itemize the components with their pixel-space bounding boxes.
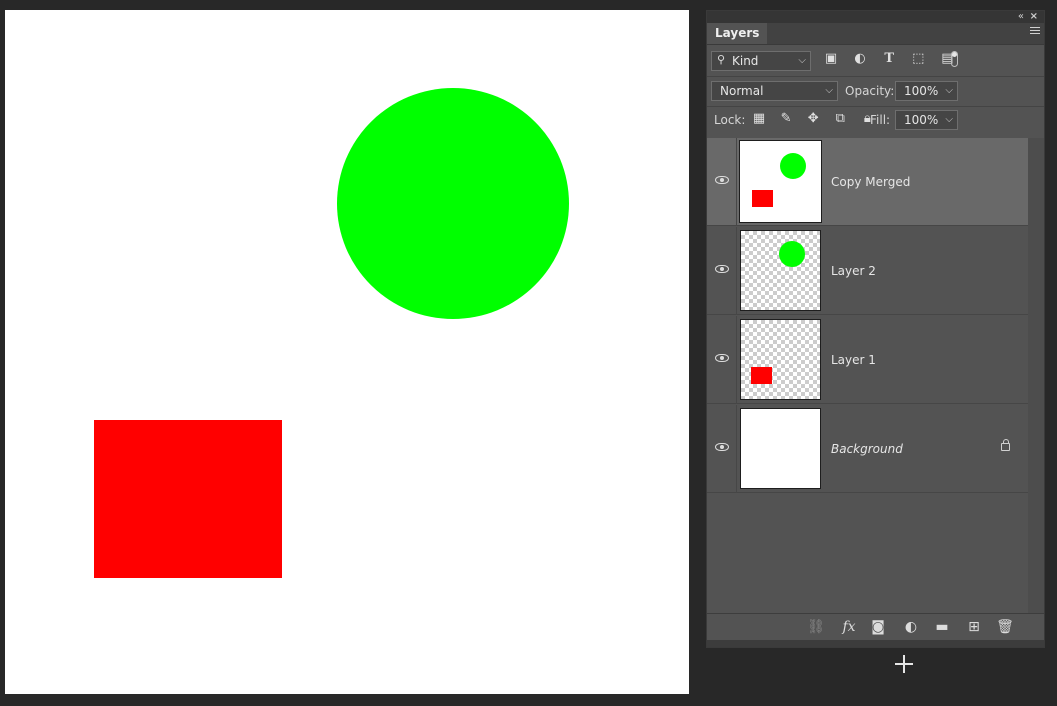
- layer-row-background[interactable]: Background: [707, 405, 1028, 493]
- adjustment-filter-icon[interactable]: ◐: [852, 51, 868, 67]
- blend-mode-value: Normal: [720, 84, 764, 98]
- chevron-down-icon: ⌵: [798, 55, 806, 66]
- adjustment-layer-icon[interactable]: ◐: [902, 619, 920, 635]
- kind-filter-select[interactable]: ⚲ Kind ⌵: [711, 51, 811, 71]
- lock-artboard-icon[interactable]: ⧉: [832, 111, 848, 127]
- filter-row: ⚲ Kind ⌵ ▣ ◐ T ⬚ ▤: [707, 50, 1044, 74]
- layer-row-layer-2[interactable]: Layer 2: [707, 227, 1028, 315]
- layers-scrollbar[interactable]: [1028, 138, 1044, 613]
- new-group-icon[interactable]: ▬: [933, 619, 951, 635]
- delete-layer-icon[interactable]: 🗑︎: [996, 619, 1014, 635]
- collapse-panel-icon[interactable]: «: [1018, 11, 1024, 23]
- chevron-down-icon[interactable]: ⌵: [945, 111, 953, 129]
- lock-position-icon[interactable]: ✥: [805, 111, 821, 127]
- layer-name[interactable]: Background: [831, 441, 903, 457]
- lock-transparent-pixels-icon[interactable]: ▦: [751, 111, 767, 127]
- image-filter-icon[interactable]: ▣: [823, 51, 839, 67]
- chevron-down-icon: ⌵: [825, 85, 833, 96]
- panel-tab-bar: Layers: [707, 23, 1044, 45]
- eye-icon[interactable]: [715, 354, 729, 362]
- layer-name[interactable]: Layer 1: [831, 352, 876, 368]
- type-filter-icon[interactable]: T: [881, 51, 897, 67]
- visibility-toggle[interactable]: [707, 316, 737, 404]
- blend-mode-select[interactable]: Normal ⌵: [711, 81, 838, 101]
- layer-name[interactable]: Layer 2: [831, 263, 876, 279]
- layer-name[interactable]: Copy Merged: [831, 174, 910, 190]
- shape-filter-icon[interactable]: ⬚: [910, 51, 926, 67]
- tab-layers[interactable]: Layers: [707, 23, 768, 44]
- thumbnail-rectangle: [751, 367, 772, 384]
- blend-row: Normal ⌵ Opacity: 100% ⌵: [707, 80, 1044, 104]
- layer-thumbnail: [740, 319, 821, 400]
- thumbnail-rectangle: [752, 190, 773, 207]
- eye-icon[interactable]: [715, 265, 729, 273]
- add-mask-icon[interactable]: ◙: [869, 619, 887, 635]
- visibility-toggle[interactable]: [707, 405, 737, 493]
- chevron-down-icon[interactable]: ⌵: [945, 82, 953, 100]
- close-panel-icon[interactable]: ×: [1030, 11, 1038, 23]
- divider: [707, 106, 1044, 107]
- search-icon: ⚲: [717, 53, 726, 66]
- panel-title-bar[interactable]: « ×: [707, 11, 1044, 23]
- divider: [707, 76, 1044, 77]
- fill-label: Fill:: [870, 113, 891, 127]
- fx-icon[interactable]: fx: [840, 619, 858, 635]
- lock-row: Lock: ▦ ✎ ✥ ⧉ 🔒︎ Fill: 100% ⌵: [707, 109, 1044, 133]
- layer-thumbnail: [740, 230, 821, 311]
- kind-select-value: Kind: [732, 54, 759, 68]
- fill-field[interactable]: 100% ⌵: [895, 110, 958, 130]
- thumbnail-circle: [780, 153, 806, 179]
- thumbnail-circle: [779, 241, 805, 267]
- filter-icons: ▣ ◐ T ⬚ ▤: [823, 51, 963, 71]
- fill-value: 100%: [904, 113, 939, 127]
- layer-thumbnail: [740, 408, 821, 489]
- filter-toggle-switch[interactable]: [951, 51, 958, 67]
- lock-image-pixels-icon[interactable]: ✎: [778, 111, 794, 127]
- visibility-toggle[interactable]: [707, 227, 737, 315]
- opacity-field[interactable]: 100% ⌵: [895, 81, 958, 101]
- layers-panel: « × Layers ⚲ Kind ⌵ ▣ ◐ T ⬚ ▤ Normal ⌵ O…: [706, 10, 1045, 648]
- visibility-toggle[interactable]: [707, 138, 737, 226]
- lock-icons: ▦ ✎ ✥ ⧉ 🔒︎: [751, 111, 881, 129]
- panel-resize-bar[interactable]: [707, 640, 1044, 647]
- link-layers-icon[interactable]: ⛓: [807, 619, 825, 635]
- opacity-label: Opacity:: [845, 84, 895, 98]
- layers-list: Copy Merged Layer 2 Layer 1 Background: [707, 138, 1028, 613]
- layers-bottom-toolbar: ⛓ fx ◙ ◐ ▬ ⊞ 🗑︎: [707, 613, 1044, 642]
- opacity-value: 100%: [904, 84, 939, 98]
- layer-row-layer-1[interactable]: Layer 1: [707, 316, 1028, 404]
- document-canvas[interactable]: [5, 10, 689, 694]
- panel-menu-icon[interactable]: [1030, 27, 1040, 37]
- new-layer-icon[interactable]: ⊞: [965, 619, 983, 635]
- crosshair-cursor-icon: [895, 655, 913, 673]
- eye-icon[interactable]: [715, 176, 729, 184]
- red-rectangle-shape[interactable]: [94, 420, 282, 578]
- layer-thumbnail: [739, 140, 822, 223]
- green-circle-shape[interactable]: [337, 88, 569, 319]
- layer-row-copy-merged[interactable]: Copy Merged: [707, 138, 1028, 226]
- lock-label: Lock:: [714, 113, 746, 127]
- lock-icon[interactable]: [1001, 439, 1010, 451]
- eye-icon[interactable]: [715, 443, 729, 451]
